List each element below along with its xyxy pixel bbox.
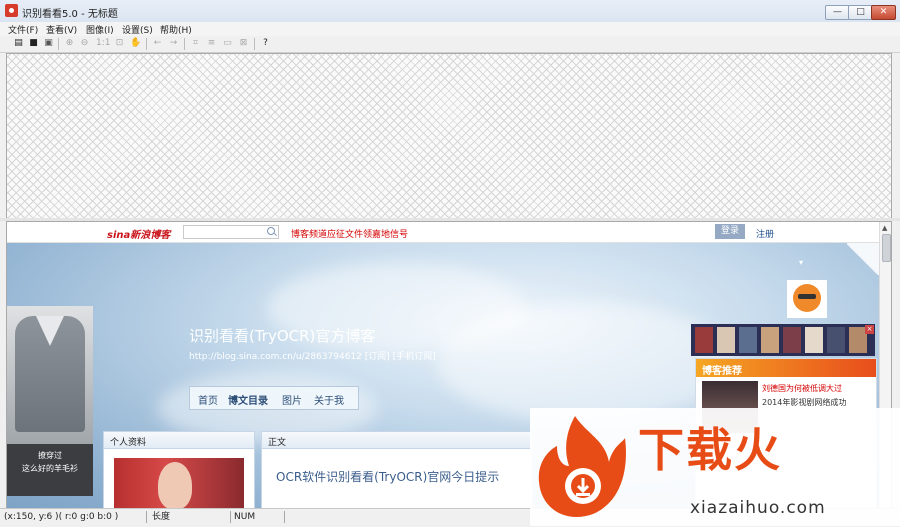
recommend-link[interactable]: 2014年影视剧网络成功: [762, 397, 846, 408]
toolbar: ▤ ■ ▣ ⊕ ⊖ 1:1 ⊡ ✋ ← → ⌗ ≡ ▭ ⊠ ?: [0, 36, 900, 53]
rotate-right-icon[interactable]: →: [168, 38, 179, 49]
download-watermark: 下载火 xiazaihuo.com: [530, 408, 900, 526]
sina-top-bar: sina新浪博客 博客频道应征文件领嘉地信号 登录 注册: [7, 222, 879, 243]
close-button[interactable]: ✕: [871, 5, 896, 20]
zoom-out-icon[interactable]: ⊖: [79, 38, 90, 49]
maximize-button[interactable]: □: [848, 5, 873, 20]
scroll-thumb[interactable]: [882, 234, 891, 262]
photo-strip-ad[interactable]: ×: [691, 324, 875, 356]
body-heading: 正文: [268, 438, 287, 448]
blog-nav: 首页 博文目录 图片 关于我: [189, 386, 359, 410]
sweater-caption: 撩穿过 这么好的羊毛衫: [7, 444, 93, 496]
minimize-button[interactable]: —: [825, 5, 850, 20]
sunglasses-face-icon: [793, 284, 821, 312]
nav-article-list[interactable]: 博文目录: [228, 392, 268, 407]
ad-thumbnail: [695, 327, 713, 353]
window-title: 识别看看5.0 - 无标题: [22, 9, 118, 20]
ad-thumbnail: [761, 327, 779, 353]
nav-home[interactable]: 首页: [198, 392, 218, 407]
status-coords: (x:150, y:6 )( r:0 g:0 b:0 ): [4, 512, 119, 522]
post-panel: 正文 OCR软件识别看看(TryOCR)官网今日提示: [261, 431, 533, 508]
sweater-caption-line: 这么好的羊毛衫: [22, 464, 78, 473]
close-icon[interactable]: ×: [865, 325, 874, 334]
app-icon: [5, 4, 18, 17]
blog-title: 识别看看(TryOCR)官方博客: [189, 327, 376, 345]
toolbar-divider: [184, 38, 185, 50]
sina-logo[interactable]: sina新浪博客: [107, 226, 170, 241]
menu-settings[interactable]: 设置(S): [122, 23, 153, 36]
profile-panel: 个人资料: [103, 431, 255, 508]
status-divider: [146, 511, 147, 523]
menu-file[interactable]: 文件(F): [8, 23, 38, 36]
region-select-icon[interactable]: ⊠: [238, 38, 249, 49]
notice-link[interactable]: 博客频道应征文件领嘉地信号: [291, 227, 408, 240]
pin-icon: ▾: [799, 258, 804, 267]
scroll-up-icon[interactable]: ▲: [882, 224, 887, 232]
ad-thumbnail: [717, 327, 735, 353]
rotate-left-icon[interactable]: ←: [152, 38, 163, 49]
menu-image[interactable]: 图像(I): [86, 23, 114, 36]
profile-heading: 个人资料: [110, 438, 147, 448]
nav-about[interactable]: 关于我: [314, 392, 344, 407]
search-icon[interactable]: [267, 227, 275, 235]
nav-photos[interactable]: 图片: [282, 392, 302, 407]
status-num: NUM: [234, 512, 256, 522]
post-panel-header: 正文: [262, 432, 532, 449]
save-icon[interactable]: ■: [28, 38, 39, 49]
help-icon[interactable]: ?: [260, 38, 271, 49]
profile-photo[interactable]: [114, 458, 244, 508]
sweater-image: [15, 316, 85, 432]
cloud: [437, 303, 737, 423]
zoom-in-icon[interactable]: ⊕: [64, 38, 75, 49]
save-all-icon[interactable]: ▣: [43, 38, 54, 49]
title-bar: 识别看看5.0 - 无标题 — □ ✕: [0, 0, 900, 23]
flame-logo-icon: [538, 416, 626, 518]
ad-thumbnail: [739, 327, 757, 353]
search-input[interactable]: [183, 225, 279, 239]
open-folder-icon[interactable]: ▤: [13, 38, 24, 49]
status-divider: [284, 511, 285, 523]
post-title-link[interactable]: OCR软件识别看看(TryOCR)官网今日提示: [276, 468, 499, 485]
fit-window-icon[interactable]: ⊡: [114, 38, 125, 49]
status-divider: [230, 511, 231, 523]
recommend-heading: 博客推荐: [702, 366, 742, 377]
status-length: 长度: [152, 512, 171, 522]
watermark-brand: 下载火: [638, 423, 782, 477]
page-curl: [847, 243, 879, 275]
pan-hand-icon[interactable]: ✋: [130, 38, 141, 49]
crop-icon[interactable]: ⌗: [190, 38, 201, 49]
menu-view[interactable]: 查看(V): [46, 23, 77, 36]
actual-size-icon[interactable]: 1:1: [96, 38, 110, 49]
toolbar-divider: [254, 38, 255, 50]
menu-help[interactable]: 帮助(H): [160, 23, 192, 36]
blog-url[interactable]: http://blog.sina.com.cn/u/2863794612 [订阅…: [189, 349, 436, 362]
deskew-icon[interactable]: ≡: [206, 38, 217, 49]
recommend-header: 博客推荐: [696, 359, 876, 377]
select-all-icon[interactable]: ▭: [222, 38, 233, 49]
recommend-link[interactable]: 刘德国为何被低调大过: [762, 383, 842, 394]
emoji-badge[interactable]: [787, 280, 827, 318]
login-button[interactable]: 登录: [715, 224, 745, 239]
watermark-url: xiazaihuo.com: [690, 498, 826, 518]
register-link[interactable]: 注册: [756, 227, 774, 240]
sweater-ad[interactable]: 撩穿过 这么好的羊毛衫: [7, 306, 93, 496]
sweater-caption-line: 撩穿过: [38, 451, 62, 460]
ad-thumbnail: [805, 327, 823, 353]
toolbar-divider: [146, 38, 147, 50]
profile-panel-header: 个人资料: [104, 432, 254, 449]
menu-bar: 文件(F) 查看(V) 图像(I) 设置(S) 帮助(H): [0, 22, 900, 36]
toolbar-divider: [58, 38, 59, 50]
image-canvas[interactable]: [6, 53, 892, 219]
ad-thumbnail: [783, 327, 801, 353]
ad-thumbnail: [827, 327, 845, 353]
